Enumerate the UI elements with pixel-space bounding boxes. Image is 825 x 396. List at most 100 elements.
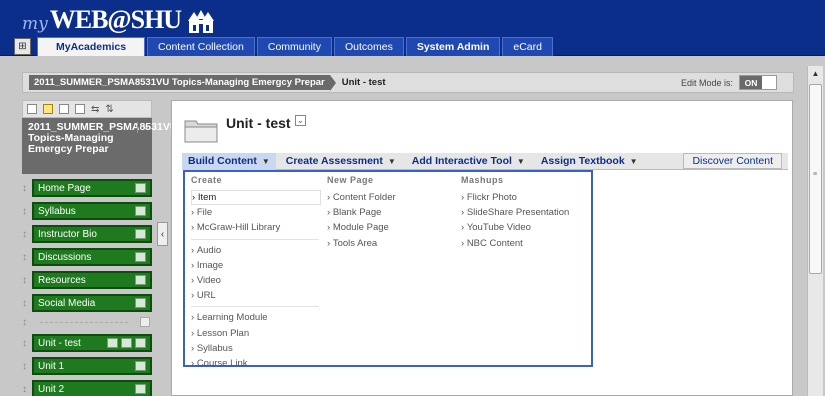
menu-item: ↕ Instructor Bio xyxy=(22,225,152,243)
menu-option[interactable]: › McGraw-Hill Library xyxy=(191,220,321,235)
menu-item: ↕ Unit - test xyxy=(22,334,152,352)
menu-option[interactable]: › Syllabus xyxy=(191,341,321,356)
menu-item: ↕ Unit 2 xyxy=(22,380,152,396)
context-menu-icon[interactable] xyxy=(135,361,146,371)
menu-separator xyxy=(191,306,319,308)
menu-option[interactable]: › NBC Content xyxy=(461,236,586,251)
site-logo[interactable]: my WEB@SHU xyxy=(22,4,215,34)
menu-option[interactable]: › Image xyxy=(191,258,321,273)
menu-option[interactable]: › Course Link xyxy=(191,356,321,371)
drag-handle-icon[interactable]: ↕ xyxy=(22,206,30,217)
context-menu-icon[interactable] xyxy=(135,229,146,239)
menu-option[interactable]: › Learning Module xyxy=(191,310,321,325)
build-content-button[interactable]: Build Content ▼ xyxy=(182,152,276,170)
menu-option[interactable]: › Blank Page xyxy=(327,205,457,220)
menu-option[interactable]: › File xyxy=(191,205,321,220)
folder-view-icon[interactable] xyxy=(43,104,53,114)
context-menu-icon[interactable] xyxy=(135,275,146,285)
context-menu-icon[interactable] xyxy=(135,384,146,394)
context-menu-icon[interactable] xyxy=(135,338,146,348)
create-assessment-button[interactable]: Create Assessment ▼ xyxy=(280,153,402,170)
menu-item-discussions[interactable]: Discussions xyxy=(32,248,152,266)
scroll-up-icon[interactable]: ▲ xyxy=(808,66,823,80)
context-menu-icon[interactable] xyxy=(135,252,146,262)
drag-handle-icon[interactable]: ↕ xyxy=(22,183,30,194)
chevron-down-icon: ▼ xyxy=(261,156,270,166)
menu-option[interactable]: › Audio xyxy=(191,243,321,258)
chevron-down-icon[interactable]: ⌄ xyxy=(294,115,307,126)
menu-option[interactable]: › Module Page xyxy=(327,220,457,235)
reorder-icon[interactable]: ⇅ xyxy=(105,104,113,115)
edit-mode-label: Edit Mode is: xyxy=(680,77,733,88)
menu-item: ↕ Syllabus xyxy=(22,202,152,220)
list-view-icon[interactable] xyxy=(59,104,69,114)
drag-handle-icon[interactable]: ↕ xyxy=(22,275,30,286)
drag-handle-icon[interactable]: ↕ xyxy=(22,252,30,263)
menu-item: ↕ Discussions xyxy=(22,248,152,266)
menu-item-home-page[interactable]: Home Page xyxy=(32,179,152,197)
breadcrumb-arrow-icon xyxy=(329,74,336,91)
drag-handle-icon[interactable]: ↕ xyxy=(22,317,30,328)
drag-handle-icon[interactable]: ↕ xyxy=(22,298,30,309)
drag-handle-icon[interactable]: ↕ xyxy=(22,229,30,240)
mashups-column: Mashups › Flickr Photo › SlideShare Pres… xyxy=(461,175,586,251)
menu-option[interactable]: › Flickr Photo xyxy=(461,190,586,205)
context-menu-icon[interactable] xyxy=(135,206,146,216)
logo-my: my xyxy=(22,14,48,34)
menu-option[interactable]: › Lesson Plan xyxy=(191,326,321,341)
window-view-icon[interactable] xyxy=(75,104,85,114)
context-menu-icon[interactable] xyxy=(135,183,146,193)
edit-mode-value: ON xyxy=(740,76,762,89)
top-header: my WEB@SHU ⊞ MyAcademics Content Collect… xyxy=(0,0,825,56)
tab-outcomes[interactable]: Outcomes xyxy=(333,37,404,56)
menu-item: ↕ Unit 1 xyxy=(22,357,152,375)
refresh-icon[interactable]: ⇆ xyxy=(91,104,99,115)
menu-option[interactable]: › Video xyxy=(191,273,321,288)
drag-handle-icon[interactable]: ↕ xyxy=(22,384,30,395)
page-scrollbar[interactable]: ▲ ≡ xyxy=(807,66,823,396)
menu-option[interactable]: › Tools Area xyxy=(327,236,457,251)
add-interactive-tool-button[interactable]: Add Interactive Tool ▼ xyxy=(406,153,531,170)
menu-item-instructor-bio[interactable]: Instructor Bio xyxy=(32,225,152,243)
course-title[interactable]: 2011_SUMMER_PSMA8531VU Topics-Managing E… xyxy=(22,118,177,174)
menu-option[interactable]: › Content Folder xyxy=(327,190,457,205)
menu-separator xyxy=(191,238,319,240)
menu-item-social-media[interactable]: Social Media xyxy=(32,294,152,312)
collapse-menu-icon[interactable]: » xyxy=(137,122,148,133)
menu-option[interactable]: › YouTube Video xyxy=(461,220,586,235)
tab-community[interactable]: Community xyxy=(256,37,332,56)
nav-menu-icon[interactable]: ⊞ xyxy=(14,38,31,55)
tab-ecard[interactable]: eCard xyxy=(502,37,553,56)
tab-myacademics[interactable]: MyAcademics xyxy=(37,37,146,56)
chevron-down-icon: ▼ xyxy=(387,156,396,166)
menu-option[interactable]: › Item xyxy=(191,190,321,206)
breadcrumb-course[interactable]: 2011_SUMMER_PSMA8531VU Topics-Managing E… xyxy=(29,75,330,90)
create-column: Create › Item › File › McGraw-Hill Libra… xyxy=(191,175,321,371)
edit-mode: Edit Mode is: ON xyxy=(681,75,777,90)
drag-handle-icon[interactable]: ↕ xyxy=(22,361,30,372)
menu-item-resources[interactable]: Resources xyxy=(32,271,152,289)
menu-item-unit-1[interactable]: Unit 1 xyxy=(32,357,152,375)
menu-item-unit-test[interactable]: Unit - test xyxy=(32,334,152,352)
menu-option[interactable]: › URL xyxy=(191,288,321,303)
content-area: Unit - test ⌄ Build Content ▼ Create Asse… xyxy=(171,100,793,396)
context-menu-icon[interactable] xyxy=(140,317,150,327)
edit-mode-toggle[interactable]: ON xyxy=(739,75,777,90)
add-menu-item-icon[interactable] xyxy=(27,104,37,114)
menu-option[interactable]: › SlideShare Presentation xyxy=(461,205,586,220)
menu-divider: ↕ xyxy=(22,315,152,329)
drag-handle-icon[interactable]: ↕ xyxy=(22,338,30,349)
menu-item-unit-2[interactable]: Unit 2 xyxy=(32,380,152,396)
menu-item-syllabus[interactable]: Syllabus xyxy=(32,202,152,220)
scrollbar-thumb[interactable]: ≡ xyxy=(809,84,822,274)
assign-textbook-button[interactable]: Assign Textbook ▼ xyxy=(535,153,644,170)
tab-system-admin[interactable]: System Admin xyxy=(405,37,501,56)
collapse-panel-icon[interactable]: ‹ xyxy=(157,222,168,246)
chevron-down-icon: ▼ xyxy=(516,156,525,166)
folder-icon xyxy=(184,120,218,143)
action-bar: Build Content ▼ Create Assessment ▼ Add In… xyxy=(182,152,788,170)
context-menu-icon[interactable] xyxy=(135,298,146,308)
new-page-heading: New Page xyxy=(327,175,374,185)
tab-content-collection[interactable]: Content Collection xyxy=(147,37,255,56)
discover-content-button[interactable]: Discover Content xyxy=(683,153,782,169)
